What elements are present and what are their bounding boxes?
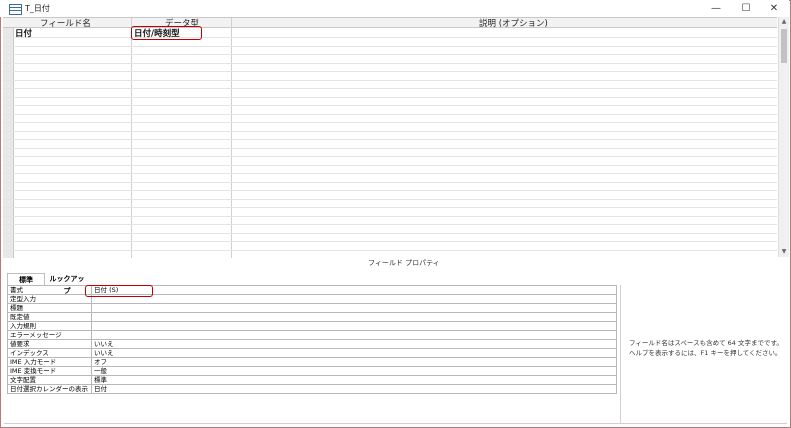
property-name: 値要求	[7, 339, 92, 349]
grid-row-line	[3, 37, 777, 38]
grid-row-line	[3, 88, 777, 89]
field-design-grid: フィールド名 データ型 説明 (オプション) 日付 日付/時刻型	[3, 17, 777, 258]
maximize-button[interactable]: ☐	[731, 0, 761, 17]
grid-row-line	[3, 130, 777, 132]
property-row: 文字配置 標準	[7, 375, 617, 385]
title-bar: T_日付 — ☐ ✕	[0, 0, 789, 17]
property-name: 日付選択カレンダーの表示	[7, 384, 92, 394]
grid-row-line	[3, 190, 777, 191]
header-description[interactable]: 説明 (オプション)	[479, 18, 548, 29]
grid-row-line	[3, 79, 777, 81]
grid-row-line	[3, 62, 777, 64]
property-row: インデックス いいえ	[7, 348, 617, 358]
property-name: 書式	[7, 285, 92, 295]
header-field-name[interactable]: フィールド名	[40, 18, 91, 29]
property-value[interactable]: オフ	[91, 357, 617, 367]
grid-row-line	[3, 207, 777, 208]
close-button[interactable]: ✕	[759, 0, 789, 17]
grid-row-line	[3, 139, 777, 140]
grid-row-line	[3, 45, 777, 47]
grid-row-line	[3, 198, 777, 200]
property-value[interactable]	[91, 303, 617, 313]
field-properties-label: フィールド プロパティ	[368, 259, 440, 267]
property-row: IME 入力モード オフ	[7, 357, 617, 367]
property-row: 日付選択カレンダーの表示 日付	[7, 384, 617, 394]
data-type-highlight	[131, 26, 202, 40]
scroll-up-icon[interactable]: ▲	[779, 17, 789, 27]
property-name: 文字配置	[7, 375, 92, 385]
grid-row-line	[3, 113, 777, 115]
grid-row-line	[3, 241, 777, 242]
minimize-button[interactable]: —	[701, 0, 731, 17]
window-title: T_日付	[25, 4, 50, 13]
grid-row-line	[3, 54, 777, 55]
table-icon	[9, 4, 22, 15]
grid-row-line	[3, 181, 777, 183]
property-row: エラーメッセージ	[7, 330, 617, 340]
property-value[interactable]	[91, 294, 617, 304]
property-value[interactable]: 日付 (S)	[91, 285, 617, 295]
property-value[interactable]: 一般	[91, 366, 617, 376]
vertical-scrollbar[interactable]: ▲ ▼	[778, 17, 789, 257]
scrollbar-thumb[interactable]	[781, 29, 787, 63]
grid-row-line	[3, 232, 777, 234]
bottom-border	[4, 423, 787, 424]
field-properties-table: 書式 日付 (S) 定型入力 標題 既定値 入力規則 エラーメッセージ 値要求 いいえ インデック…	[7, 285, 617, 394]
tab-lookup[interactable]: ルックアップ	[47, 273, 87, 295]
grid-row-line	[3, 105, 777, 106]
grid-row-line	[3, 224, 777, 225]
property-row: 標題	[7, 303, 617, 313]
grid-row-line	[3, 164, 777, 166]
property-row: 既定値	[7, 312, 617, 322]
help-pane: フィールド名はスペースも含めて 64 文字までです。ヘルプを表示するには、F1 …	[620, 285, 787, 423]
scroll-down-icon[interactable]: ▼	[779, 247, 789, 257]
property-name: 定型入力	[7, 294, 92, 304]
property-value[interactable]: 標準	[91, 375, 617, 385]
help-text: フィールド名はスペースも含めて 64 文字までです。ヘルプを表示するには、F1 …	[629, 339, 783, 357]
property-name: IME 変換モード	[7, 366, 92, 376]
property-value[interactable]: 日付	[91, 384, 617, 394]
property-name: インデックス	[7, 348, 92, 358]
format-highlight	[85, 285, 153, 297]
field-name-cell[interactable]: 日付	[15, 27, 32, 39]
grid-row-line	[3, 173, 777, 174]
grid-row-line	[3, 147, 777, 149]
grid-row-line	[3, 96, 777, 98]
grid-row-line	[3, 122, 777, 123]
grid-row-line	[3, 156, 777, 157]
property-row: 入力規則	[7, 321, 617, 331]
property-name: 入力規則	[7, 321, 92, 331]
property-name: 標題	[7, 303, 92, 313]
property-value[interactable]	[91, 330, 617, 340]
grid-row-line	[3, 71, 777, 72]
property-row: IME 変換モード 一般	[7, 366, 617, 376]
property-value[interactable]	[91, 312, 617, 322]
property-value[interactable]: いいえ	[91, 339, 617, 349]
property-value[interactable]	[91, 321, 617, 331]
property-name: IME 入力モード	[7, 357, 92, 367]
grid-header: フィールド名 データ型 説明 (オプション)	[3, 18, 777, 29]
grid-row-line	[3, 249, 777, 251]
property-value[interactable]: いいえ	[91, 348, 617, 358]
property-row: 値要求 いいえ	[7, 339, 617, 349]
property-name: 既定値	[7, 312, 92, 322]
property-name: エラーメッセージ	[7, 330, 92, 340]
grid-row-line	[3, 215, 777, 217]
